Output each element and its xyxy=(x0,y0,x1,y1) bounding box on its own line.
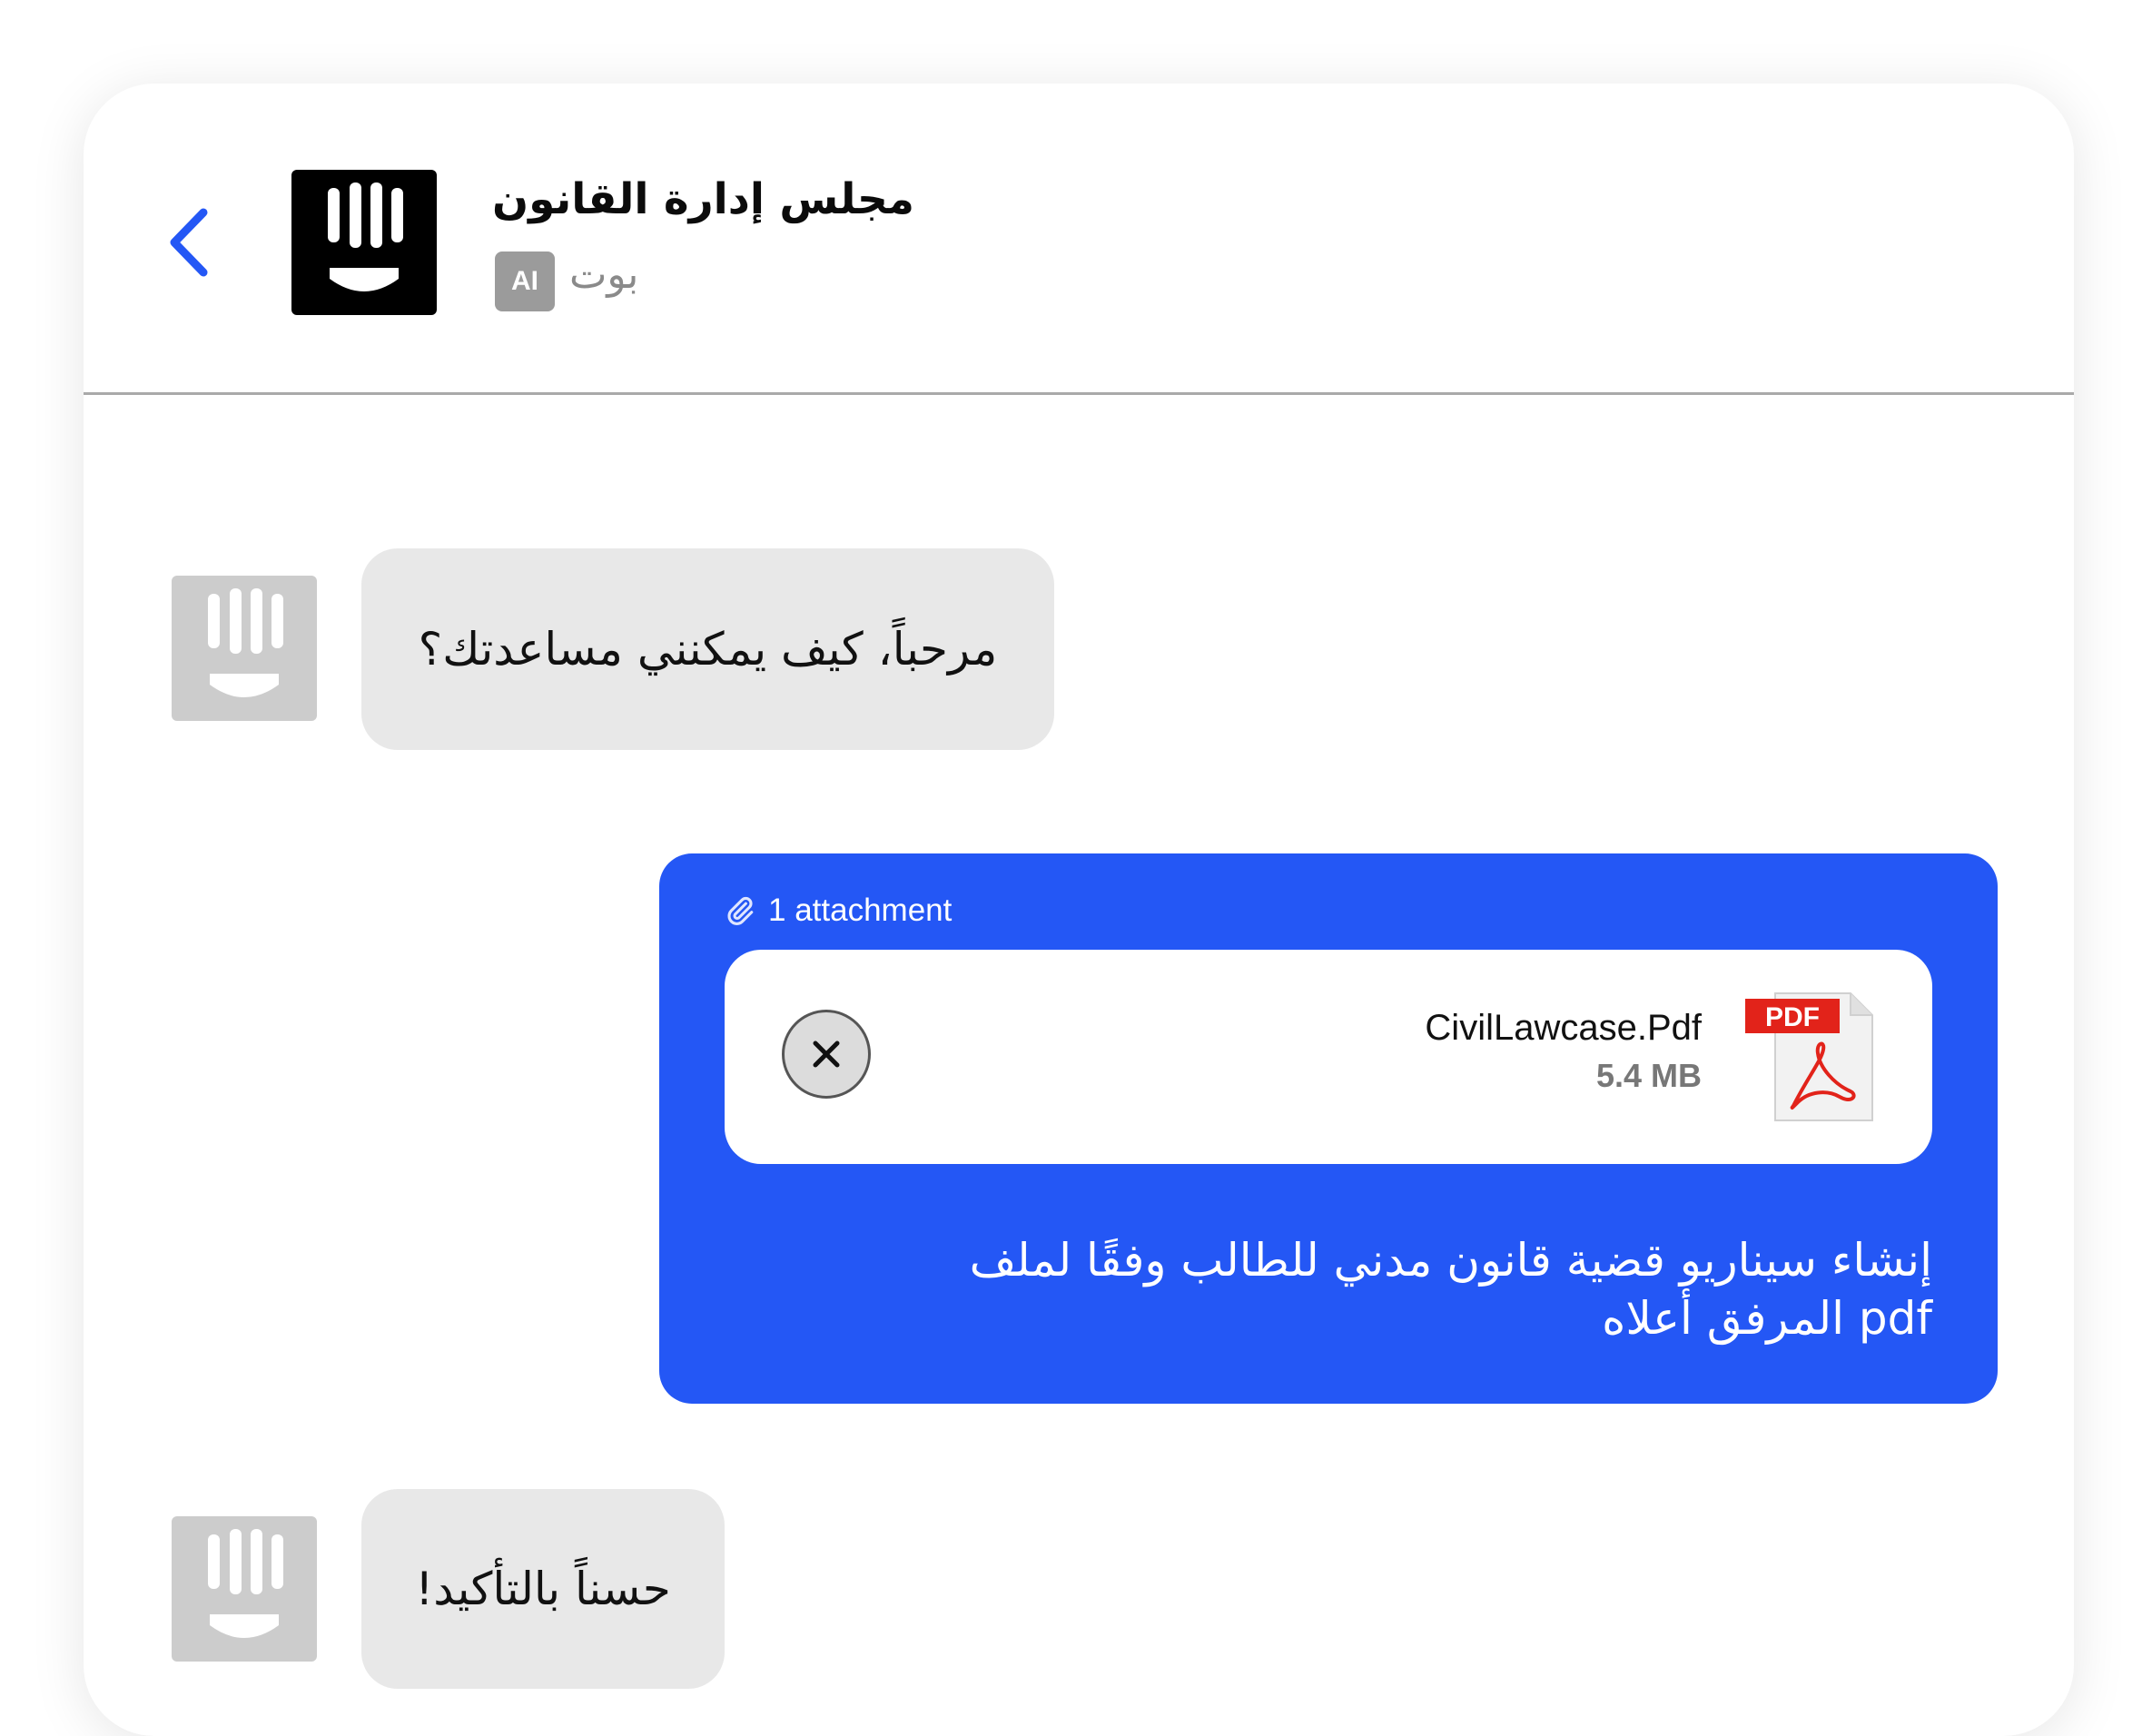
file-name: CivilLawcase.Pdf xyxy=(1425,1008,1702,1048)
page-title: مجلس إدارة القانون xyxy=(492,174,914,224)
attachment-count: 1 attachment xyxy=(768,893,953,928)
bot-avatar xyxy=(172,1516,317,1662)
bot-logo-icon xyxy=(208,588,283,697)
remove-attachment-button[interactable] xyxy=(782,1010,871,1099)
bot-message: حسناً بالتأكيد! xyxy=(361,1489,725,1689)
attachment-header: 1 attachment xyxy=(725,888,952,933)
file-size: 5.4 MB xyxy=(1595,1057,1702,1094)
bot-avatar xyxy=(172,576,317,721)
pdf-file-icon: PDF xyxy=(1743,990,1875,1124)
user-message: 1 attachment CivilLawcase.Pdf 5.4 MB PDF xyxy=(659,853,1998,1404)
chat-header: مجلس إدارة القانون AI بوت xyxy=(84,84,2074,395)
bot-subtitle: بوت xyxy=(569,252,639,298)
paperclip-icon xyxy=(727,896,754,925)
bot-logo-icon xyxy=(208,1529,283,1638)
bot-message: مرحباً، كيف يمكنني مساعدتك؟ xyxy=(361,548,1054,750)
user-message-line: pdf المرفق أعلاه xyxy=(1602,1292,1932,1345)
attachment-file[interactable]: CivilLawcase.Pdf 5.4 MB PDF xyxy=(725,950,1932,1164)
user-message-line: إنشاء سيناريو قضية قانون مدني للطالب وفق… xyxy=(969,1234,1932,1287)
close-icon xyxy=(813,1041,840,1068)
back-button[interactable] xyxy=(156,202,220,283)
chevron-left-icon xyxy=(170,208,208,277)
bot-logo-icon xyxy=(291,170,437,315)
pdf-label: PDF xyxy=(1765,1002,1820,1032)
ai-badge: AI xyxy=(495,252,555,311)
chat-window: مجلس إدارة القانون AI بوت مرحباً، كيف يم… xyxy=(84,84,2074,1736)
user-message-text: إنشاء سيناريو قضية قانون مدني للطالب وفق… xyxy=(843,1231,1932,1347)
